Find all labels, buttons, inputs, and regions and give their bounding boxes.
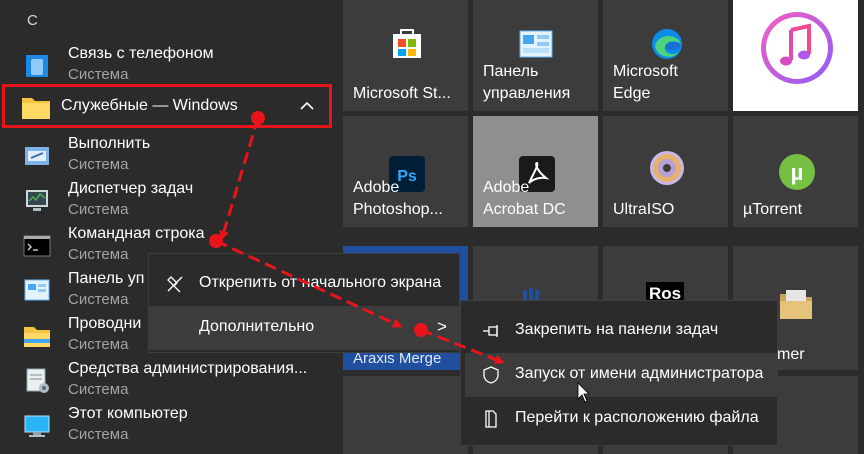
app-subtitle: Система	[68, 201, 129, 218]
explorer-folder-icon	[24, 327, 50, 347]
app-item-task-manager[interactable]: Диспетчер задач Система	[0, 179, 342, 224]
app-item-phone-link[interactable]: Связь с телефоном Система	[0, 44, 342, 89]
tile-microsoft-store[interactable]: Microsoft St...	[343, 0, 468, 111]
folder-icon	[22, 98, 50, 119]
tile-label: UltraISO	[613, 201, 675, 218]
admin-tools-icon	[26, 368, 49, 393]
app-subtitle: Система	[68, 246, 129, 263]
section-letter[interactable]: С	[27, 12, 38, 29]
command-prompt-icon	[23, 235, 51, 257]
utorrent-icon: µ	[779, 154, 815, 190]
menu-label: Перейти к расположению файла	[515, 409, 759, 426]
app-subtitle: Система	[68, 291, 129, 308]
pin-icon	[483, 325, 498, 337]
app-subtitle: Система	[68, 336, 129, 353]
menu-item-run-as-admin[interactable]: Запуск от имени администратора	[465, 353, 777, 397]
context-menu: Открепить от начального экрана Дополните…	[148, 253, 460, 353]
menu-label: Дополнительно	[199, 318, 315, 335]
tile-control-panel[interactable]: Панель управления	[473, 0, 598, 111]
tile-itunes[interactable]	[733, 0, 858, 111]
unpin-icon	[167, 276, 183, 293]
folder-document-icon	[780, 290, 812, 319]
submenu: Закрепить на панели задач Запуск от имен…	[460, 300, 778, 446]
tile-label: Microsoft Edge	[613, 63, 678, 102]
tile-edge[interactable]: Microsoft Edge	[603, 0, 728, 111]
app-title: Диспетчер задач	[68, 180, 194, 197]
tile-bottom-1[interactable]	[343, 376, 468, 454]
ultraiso-disc-icon	[650, 151, 684, 185]
menu-label: Запуск от имени администратора	[515, 365, 764, 382]
app-item-admin-tools[interactable]: Средства администрирования... Система	[0, 359, 342, 404]
tile-label: Adobe Acrobat DC	[483, 179, 566, 218]
app-subtitle: Система	[68, 156, 129, 173]
tile-ultraiso[interactable]: UltraISO	[603, 116, 728, 227]
svg-text:µ: µ	[791, 160, 804, 185]
itunes-icon	[761, 12, 833, 84]
phone-link-icon	[26, 55, 48, 77]
app-title: Средства администрирования...	[68, 360, 308, 377]
tile-label: µTorrent	[743, 201, 803, 218]
app-item-run[interactable]: Выполнить Система	[0, 134, 342, 179]
control-panel-icon	[24, 279, 50, 301]
microsoft-store-icon	[393, 29, 421, 58]
app-subtitle: Система	[68, 381, 129, 398]
chevron-right-icon: >	[437, 317, 447, 336]
menu-item-unpin[interactable]: Открепить от начального экрана	[149, 262, 459, 306]
menu-item-open-location[interactable]: Перейти к расположению файла	[465, 397, 777, 441]
app-item-this-pc[interactable]: Этот компьютер Система	[0, 404, 342, 449]
tile-label: mer	[777, 346, 805, 363]
edge-icon	[652, 29, 682, 59]
menu-item-pin-taskbar[interactable]: Закрепить на панели задач	[465, 309, 777, 353]
app-title: Этот компьютер	[68, 405, 188, 422]
task-manager-icon	[26, 190, 48, 211]
app-subtitle: Система	[68, 426, 129, 443]
computer-icon	[24, 415, 50, 437]
run-icon	[25, 147, 49, 165]
app-title: Связь с телефоном	[68, 45, 214, 62]
file-location-icon	[485, 410, 497, 428]
folder-title: Служебные — Windows	[61, 97, 238, 114]
app-list: С Связь с телефоном Система Служебные — …	[0, 0, 342, 454]
chevron-up-icon[interactable]	[297, 96, 317, 116]
app-subtitle: Система	[68, 66, 129, 83]
app-title: Командная строка	[68, 225, 205, 242]
menu-item-more[interactable]: Дополнительно >	[149, 306, 459, 350]
folder-windows-tools[interactable]: Служебные — Windows	[2, 84, 332, 128]
tile-photoshop[interactable]: Ps Adobe Photoshop...	[343, 116, 468, 227]
tile-utorrent[interactable]: µ µTorrent	[733, 116, 858, 227]
menu-label: Открепить от начального экрана	[199, 274, 442, 291]
tile-label: Панель управления	[483, 63, 571, 102]
tile-label: Adobe Photoshop...	[353, 179, 443, 218]
app-title: Выполнить	[68, 135, 151, 152]
shield-icon	[483, 366, 499, 384]
tile-acrobat[interactable]: Adobe Acrobat DC	[473, 116, 598, 227]
menu-label: Закрепить на панели задач	[515, 321, 719, 338]
control-panel-icon	[519, 30, 553, 58]
tile-label: Microsoft St...	[353, 85, 451, 102]
